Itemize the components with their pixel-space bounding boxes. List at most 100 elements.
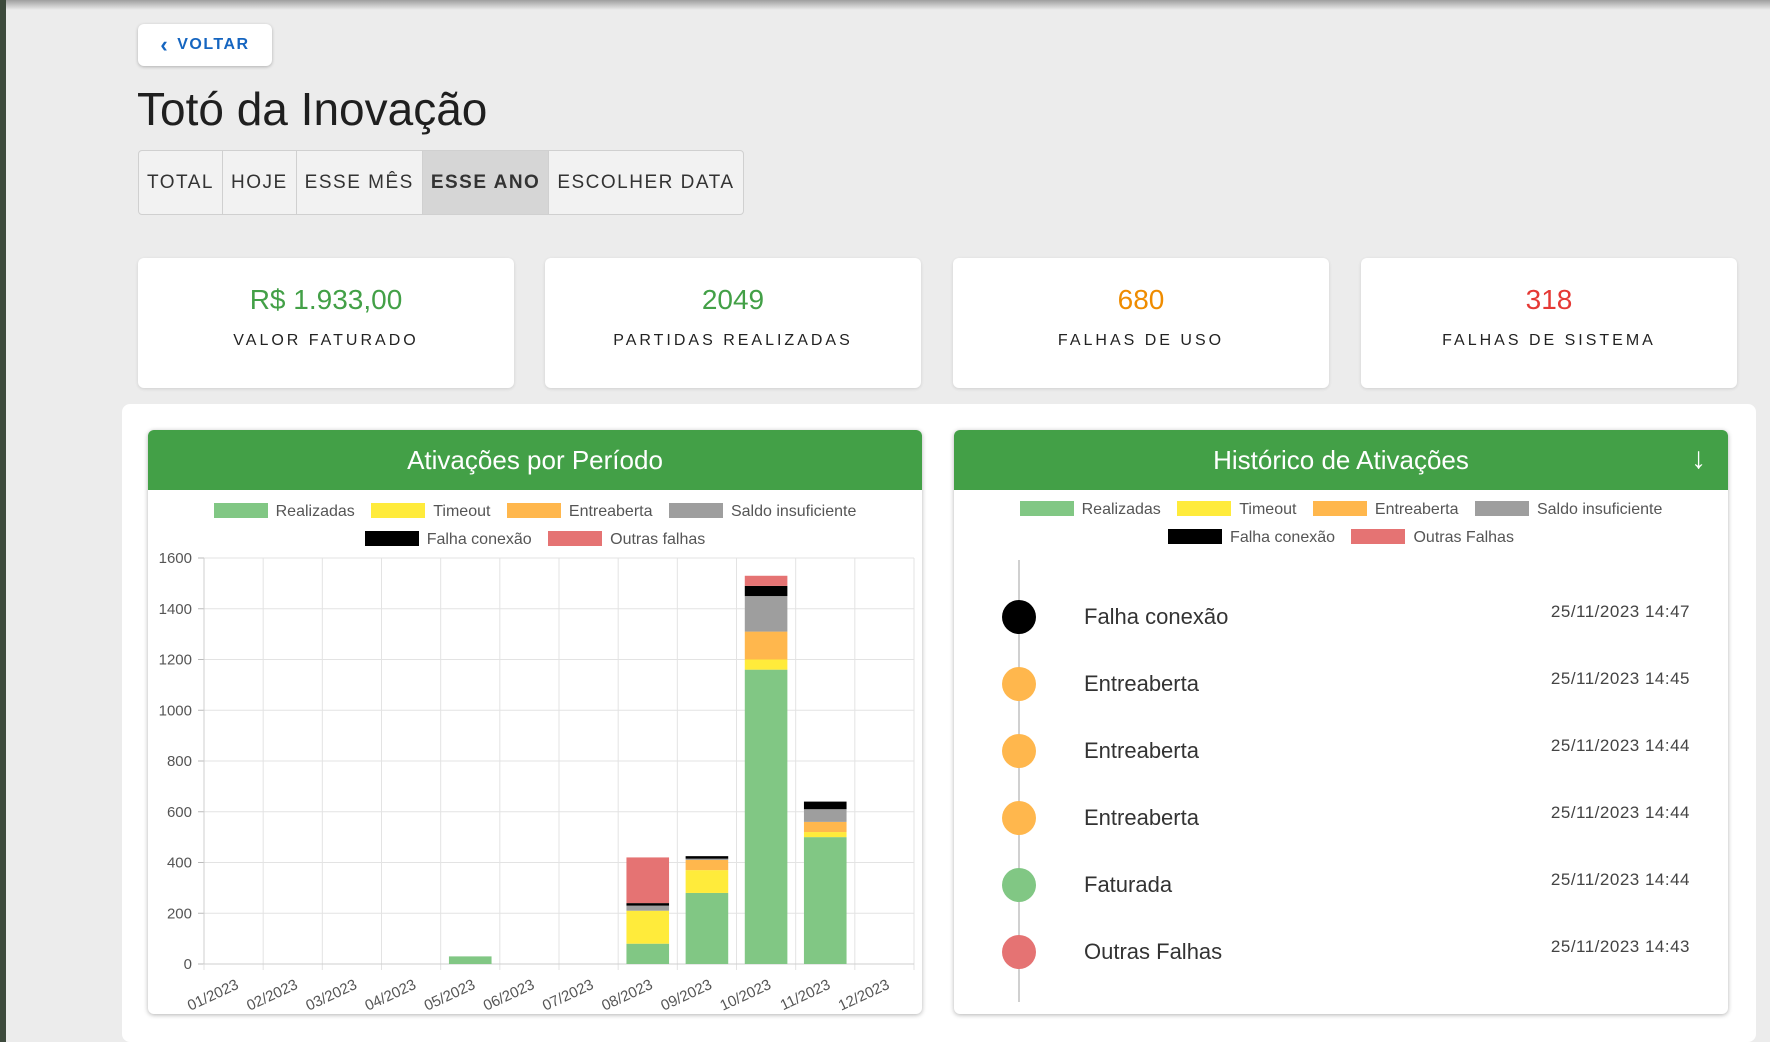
window-left-edge bbox=[0, 0, 6, 1042]
legend-label: Timeout bbox=[1239, 501, 1297, 518]
stat-card-falhas-de-sistema: 318 FALHAS DE SISTEMA bbox=[1361, 258, 1737, 388]
tab-escolher-data[interactable]: ESCOLHER DATA bbox=[549, 151, 742, 214]
tab-hoje[interactable]: HOJE bbox=[223, 151, 297, 214]
legend-item-saldo-insuficiente[interactable]: Saldo insuficiente bbox=[1474, 496, 1662, 524]
legend-label: Falha conexão bbox=[1230, 529, 1336, 546]
history-title: Histórico de Ativações bbox=[1213, 444, 1469, 475]
stat-card-valor-faturado: R$ 1.933,00 VALOR FATURADO bbox=[138, 258, 514, 388]
y-tick-label: 1400 bbox=[159, 601, 192, 618]
stat-value: 318 bbox=[1525, 284, 1573, 315]
stat-label: FALHAS DE USO bbox=[1057, 332, 1225, 349]
x-tick-label: 08/2023 bbox=[599, 976, 655, 1014]
arrow-down-icon[interactable]: ↓ bbox=[1691, 442, 1706, 476]
x-tick-label: 11/2023 bbox=[778, 976, 833, 1014]
legend-swatch bbox=[1312, 501, 1367, 516]
history-item[interactable]: Falha conexão 25/11/2023 14:47 bbox=[954, 596, 1728, 656]
legend-swatch bbox=[1474, 501, 1529, 516]
status-dot-icon bbox=[1002, 600, 1036, 634]
tab-esse-mes[interactable]: ESSE MÊS bbox=[297, 151, 423, 214]
bar-segment bbox=[685, 856, 729, 859]
bar-segment bbox=[448, 956, 492, 964]
status-dot-icon bbox=[1002, 801, 1036, 835]
tab-esse-ano[interactable]: ESSE ANO bbox=[422, 151, 550, 214]
bar-segment bbox=[626, 943, 670, 964]
legend-item-timeout[interactable]: Timeout bbox=[1177, 496, 1296, 524]
y-tick-label: 600 bbox=[167, 804, 192, 821]
stat-value: R$ 1.933,00 bbox=[249, 284, 403, 315]
stat-label: VALOR FATURADO bbox=[233, 332, 419, 349]
history-item-time: 25/11/2023 14:44 bbox=[1550, 803, 1690, 822]
bar-segment bbox=[626, 857, 670, 904]
history-item[interactable]: Entreaberta 25/11/2023 14:44 bbox=[954, 797, 1728, 857]
legend-label: Outras Falhas bbox=[1413, 529, 1514, 546]
history-item-time: 25/11/2023 14:45 bbox=[1550, 669, 1690, 688]
y-tick-label: 1200 bbox=[159, 652, 192, 669]
bar-segment bbox=[685, 870, 729, 893]
status-dot-icon bbox=[1002, 734, 1036, 768]
period-filter-tabs: TOTAL HOJE ESSE MÊS ESSE ANO ESCOLHER DA… bbox=[138, 150, 744, 215]
bar-segment bbox=[744, 669, 788, 964]
history-item-time: 25/11/2023 14:44 bbox=[1550, 870, 1690, 889]
x-tick-label: 04/2023 bbox=[362, 976, 418, 1014]
bar-segment bbox=[744, 596, 788, 632]
back-button[interactable]: ‹ VOLTAR bbox=[138, 24, 272, 66]
bar-segment bbox=[803, 809, 847, 822]
legend-swatch bbox=[1019, 501, 1074, 516]
x-tick-label: 01/2023 bbox=[185, 976, 241, 1014]
legend-item-falha-conexao[interactable]: Falha conexão bbox=[1168, 524, 1335, 552]
stat-card-falhas-de-uso: 680 FALHAS DE USO bbox=[953, 258, 1329, 388]
bar-segment bbox=[803, 832, 847, 838]
legend-swatch bbox=[1351, 529, 1406, 544]
legend-label: Realizadas bbox=[1081, 501, 1161, 518]
bar-segment bbox=[744, 585, 788, 597]
history-item-label: Faturada bbox=[1084, 872, 1173, 897]
bar-segment bbox=[626, 910, 670, 944]
y-tick-label: 400 bbox=[167, 855, 192, 872]
history-item[interactable]: Entreaberta 25/11/2023 14:45 bbox=[954, 663, 1728, 723]
bar-segment bbox=[685, 892, 729, 964]
history-item[interactable]: Faturada 25/11/2023 14:44 bbox=[954, 864, 1728, 924]
stat-value: 680 bbox=[1117, 284, 1165, 315]
bar-segment bbox=[744, 631, 788, 660]
back-button-label: VOLTAR bbox=[177, 36, 250, 53]
activations-bar-chart: 0 200 400 600 800 1000 1200 1400 1600 01/2023 02/2… bbox=[159, 550, 915, 1014]
history-item-time: 25/11/2023 14:47 bbox=[1550, 602, 1690, 621]
x-tick-label: 03/2023 bbox=[303, 976, 359, 1014]
history-item-label: Entreaberta bbox=[1084, 738, 1199, 763]
bar-segment bbox=[744, 575, 788, 586]
activations-chart-header: Ativações por Período bbox=[148, 430, 922, 490]
x-tick-label: 05/2023 bbox=[422, 976, 478, 1014]
activations-chart-card: Ativações por Período Realizadas Timeout… bbox=[148, 430, 922, 1014]
x-tick-label: 06/2023 bbox=[481, 976, 537, 1014]
stat-label: FALHAS DE SISTEMA bbox=[1442, 332, 1656, 349]
history-item[interactable]: Entreaberta 25/11/2023 14:44 bbox=[954, 730, 1728, 790]
legend-label: Entreaberta bbox=[1374, 501, 1459, 518]
history-card: Histórico de Ativações ↓ Realizadas Time… bbox=[954, 430, 1728, 1014]
y-tick-label: 800 bbox=[167, 753, 192, 770]
bar-segment bbox=[744, 659, 788, 670]
chevron-left-icon: ‹ bbox=[160, 32, 170, 57]
bar-segment bbox=[685, 859, 729, 871]
history-item-time: 25/11/2023 14:44 bbox=[1550, 736, 1690, 755]
bar-segment bbox=[803, 801, 847, 810]
legend-item-outras-falhas[interactable]: Outras Falhas bbox=[1351, 524, 1514, 552]
legend-item-realizadas[interactable]: Realizadas bbox=[1019, 496, 1161, 524]
history-item-time: 25/11/2023 14:43 bbox=[1550, 937, 1690, 956]
bar-segment bbox=[626, 905, 670, 911]
status-dot-icon bbox=[1002, 667, 1036, 701]
legend-item-entreaberta[interactable]: Entreaberta bbox=[1312, 496, 1459, 524]
tab-total[interactable]: TOTAL bbox=[139, 151, 223, 214]
history-item[interactable]: Outras Falhas 25/11/2023 14:43 bbox=[954, 931, 1728, 991]
bar-segment bbox=[626, 903, 670, 906]
window-top-shadow bbox=[0, 0, 1770, 10]
history-item-label: Entreaberta bbox=[1084, 671, 1199, 696]
legend-swatch bbox=[1177, 501, 1232, 516]
x-tick-label: 10/2023 bbox=[717, 976, 773, 1014]
x-tick-label: 09/2023 bbox=[658, 976, 714, 1014]
history-legend: Realizadas Timeout Entreaberta Saldo ins… bbox=[954, 496, 1728, 552]
y-tick-label: 1600 bbox=[159, 550, 192, 567]
x-tick-label: 02/2023 bbox=[244, 976, 300, 1014]
status-dot-icon bbox=[1002, 868, 1036, 902]
x-tick-label: 07/2023 bbox=[540, 976, 596, 1014]
bar-segment bbox=[803, 821, 847, 833]
